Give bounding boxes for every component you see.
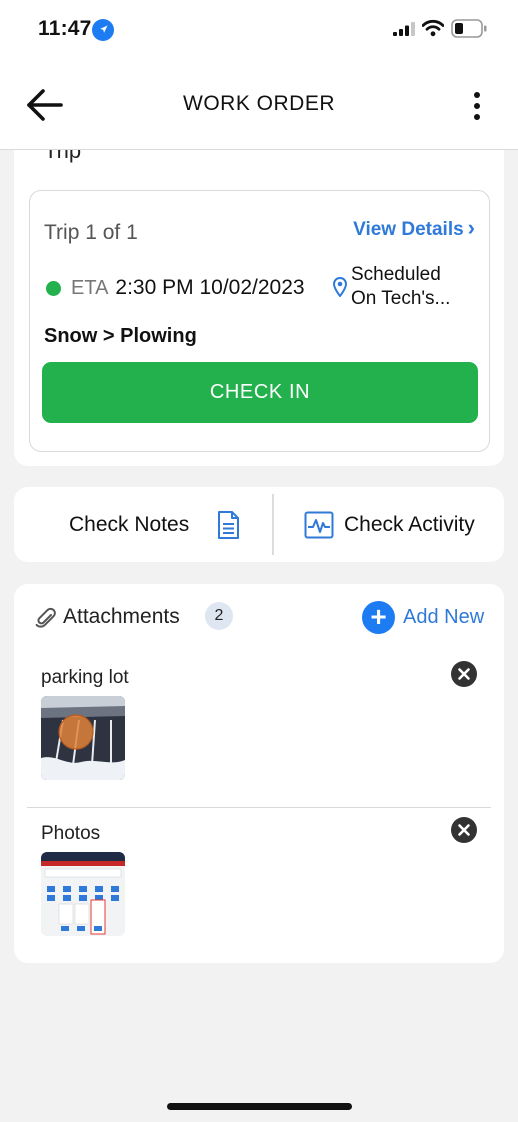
location-arrow-icon [92, 19, 114, 41]
remove-attachment-button[interactable] [451, 817, 477, 843]
location-pin-icon [333, 277, 347, 297]
eta-row: ETA 2:30 PM 10/02/2023 [46, 273, 305, 303]
view-details-link[interactable]: View Details › [353, 215, 475, 241]
add-new-label: Add New [403, 605, 485, 628]
attachment-name: Photos [41, 823, 101, 844]
wifi-icon [422, 19, 444, 37]
close-icon [458, 668, 470, 680]
trip-card: Trip 1 of 1 View Details › ETA 2:30 PM 10… [29, 190, 490, 452]
add-new-button[interactable]: + Add New [362, 600, 484, 634]
battery-icon [451, 19, 487, 38]
chevron-right-icon: › [467, 215, 475, 240]
activity-chart-icon [304, 511, 334, 539]
trip-section-title: Trip [44, 150, 82, 163]
photos-thumbnail[interactable] [41, 852, 125, 936]
home-indicator[interactable] [167, 1103, 352, 1110]
attachments-title: Attachments [63, 605, 180, 628]
status-bar: 11:47 [0, 0, 518, 62]
attachments-card: Attachments 2 + Add New parking lot Phot… [14, 584, 504, 963]
parking-lot-thumbnail[interactable] [41, 696, 125, 780]
check-activity-label: Check Activity [344, 513, 475, 536]
trip-category: Snow > Plowing [44, 325, 197, 347]
eta-label: ETA [71, 276, 109, 299]
cellular-signal-icon [393, 22, 415, 36]
trip-status: Scheduled On Tech's... [351, 263, 450, 311]
check-notes-button[interactable]: Check Notes [14, 487, 272, 562]
plus-icon: + [362, 600, 395, 634]
attachment-name: parking lot [41, 667, 129, 688]
paperclip-icon [35, 607, 56, 628]
check-actions-card: Check Notes Check Activity [14, 487, 504, 562]
status-time: 11:47 [38, 17, 92, 40]
divider [27, 807, 491, 808]
view-details-label: View Details [353, 219, 464, 240]
work-order-screen: 11:47 WORK ORDER Trip Trip 1 of 1 View D… [0, 0, 518, 1122]
document-icon [218, 511, 239, 539]
check-in-button[interactable]: CHECK IN [42, 362, 478, 423]
status-dot-icon [46, 280, 61, 296]
trip-status-line2: On Tech's... [351, 288, 451, 309]
check-notes-label: Check Notes [69, 513, 190, 536]
close-icon [458, 824, 470, 836]
page-title: WORK ORDER [183, 92, 335, 115]
attachments-count-badge: 2 [205, 602, 233, 630]
more-options-icon[interactable] [466, 90, 488, 124]
remove-attachment-button[interactable] [451, 661, 477, 687]
eta-value: 2:30 PM 10/02/2023 [115, 276, 305, 299]
trip-status-line1: Scheduled [351, 264, 441, 285]
check-activity-button[interactable]: Check Activity [274, 487, 504, 562]
app-header: WORK ORDER [0, 62, 518, 150]
trip-section: Trip Trip 1 of 1 View Details › ETA 2:30 … [14, 150, 504, 466]
trip-count-label: Trip 1 of 1 [44, 221, 138, 244]
